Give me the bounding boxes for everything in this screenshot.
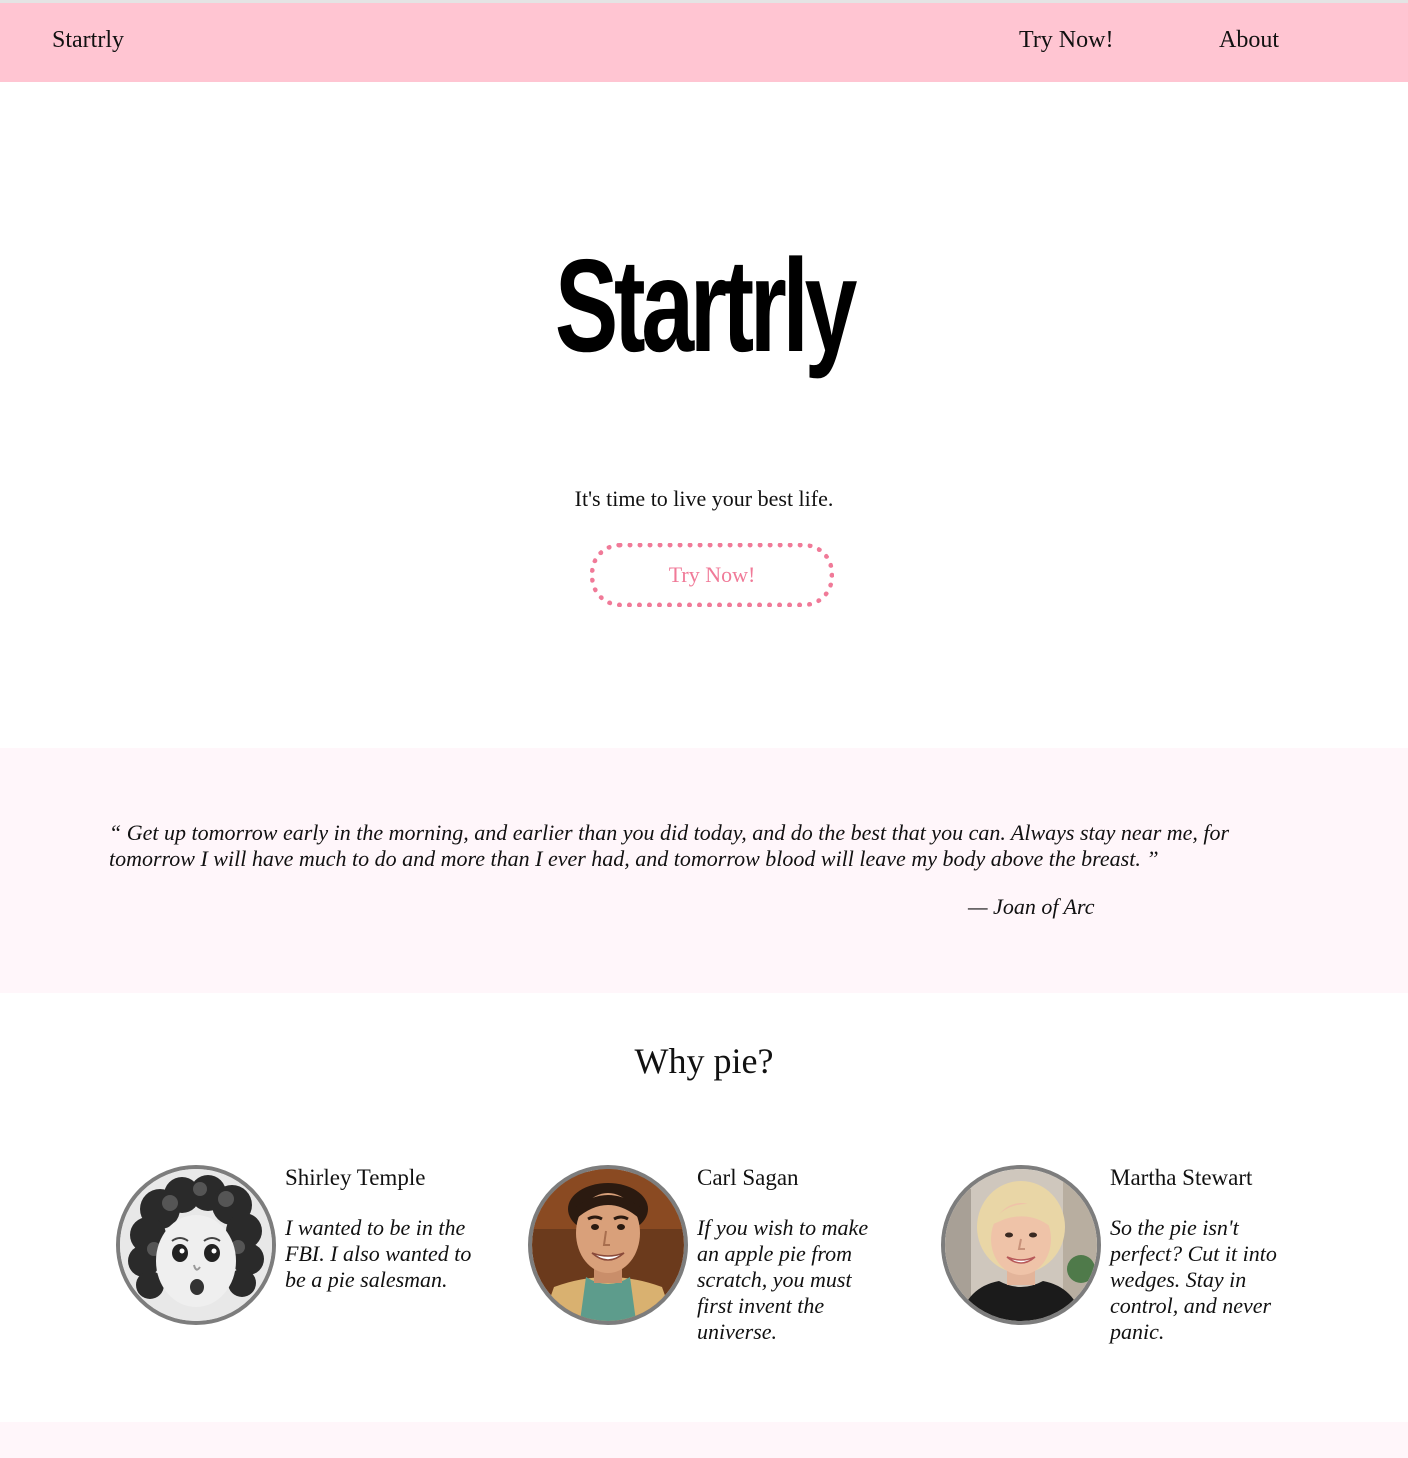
nav-link-try-now[interactable]: Try Now!: [1019, 27, 1113, 54]
quote-text: “ Get up tomorrow early in the morning, …: [109, 820, 1230, 871]
portrait-image: [532, 1169, 684, 1321]
avatar-martha-stewart: [941, 1165, 1101, 1325]
try-now-button[interactable]: Try Now!: [590, 543, 834, 607]
card-quote: If you wish to make an apple pie from sc…: [697, 1215, 869, 1344]
hero-tagline: It's time to live your best life.: [574, 486, 834, 511]
card-quote: I wanted to be in the FBI. I also wanted…: [285, 1215, 472, 1292]
testimonial-card: Carl Sagan If you wish to make an apple …: [528, 1165, 908, 1355]
avatar-shirley-temple: [116, 1165, 276, 1325]
nav-brand[interactable]: Startrly: [52, 27, 124, 54]
quote-section: “ Get up tomorrow early in the morning, …: [0, 748, 1408, 993]
quote-author: — Joan of Arc: [968, 894, 1095, 919]
portrait-image: [120, 1169, 272, 1321]
card-quote: So the pie isn't perfect? Cut it into we…: [1110, 1215, 1277, 1344]
card-name: Shirley Temple: [285, 1165, 426, 1190]
footer-band: [0, 1422, 1408, 1458]
portrait-image: [945, 1169, 1097, 1321]
avatar-carl-sagan: [528, 1165, 688, 1325]
nav-link-about[interactable]: About: [1219, 27, 1279, 54]
hero-title: Startrly: [554, 232, 858, 379]
navbar: Startrly Try Now! About: [0, 3, 1408, 82]
why-pie-title: Why pie?: [634, 1041, 774, 1081]
testimonial-card: Martha Stewart So the pie isn't perfect?…: [941, 1165, 1321, 1355]
card-name: Carl Sagan: [697, 1165, 799, 1190]
testimonial-card: Shirley Temple I wanted to be in the FBI…: [116, 1165, 496, 1355]
card-name: Martha Stewart: [1110, 1165, 1253, 1190]
